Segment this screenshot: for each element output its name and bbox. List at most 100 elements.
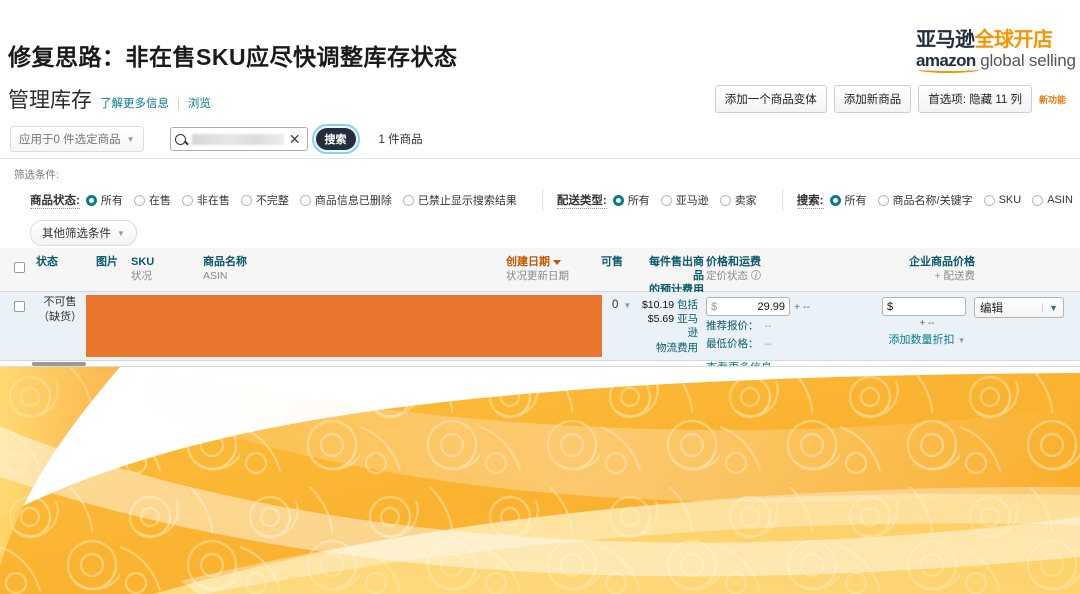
row-select-checkbox[interactable]	[14, 301, 25, 312]
more-filters-dropdown[interactable]: 其他筛选条件 ▼	[30, 220, 137, 246]
row-status-line1: 不可售	[43, 296, 77, 308]
logo-chinese-dark: 亚马逊	[916, 29, 975, 51]
radio-label: SKU	[998, 194, 1022, 206]
add-quantity-discount-link[interactable]: 添加数量折扣 ▼	[882, 331, 972, 347]
filters-label: 筛选条件:	[14, 169, 59, 181]
recommended-price-label: 推荐报价：	[706, 320, 759, 332]
radio-icon	[240, 194, 252, 206]
row-fee-note1: 亚马逊	[677, 313, 698, 340]
filter-group-fulfillment-label: 配送类型:	[556, 192, 607, 209]
select-all-checkbox[interactable]	[14, 262, 25, 273]
logo-global-selling-text: global selling	[975, 51, 1076, 70]
radio-label: 亚马逊	[675, 195, 709, 207]
chevron-down-icon: ▼	[957, 336, 966, 345]
radio-icon	[877, 194, 889, 206]
column-header-name-main: 商品名称	[203, 256, 247, 268]
row-fee-amount2: $5.69	[647, 313, 675, 326]
radio-label: 卖家	[734, 195, 757, 207]
column-header-image[interactable]: 图片	[96, 256, 118, 270]
chevron-down-icon: ▼	[117, 228, 125, 238]
column-header-product-name[interactable]: 商品名称 ASIN	[203, 256, 247, 283]
column-header-sku-main: SKU	[131, 256, 155, 268]
radio-icon	[829, 194, 841, 206]
row-edit-dropdown[interactable]: 编辑 ▼	[974, 297, 1064, 318]
radio-label: 已禁止显示搜索结果	[417, 195, 517, 207]
chevron-down-icon: ▼	[126, 134, 135, 144]
column-header-created-date[interactable]: 创建日期 状况更新日期	[506, 256, 569, 283]
title-row: 管理库存 了解更多信息 | 浏览	[8, 84, 211, 114]
column-header-price-shipping[interactable]: 价格和运费 定价状态 i	[706, 256, 761, 283]
radio-status-active[interactable]: 在售	[133, 192, 171, 208]
page-title: 管理库存	[8, 89, 92, 112]
recommended-price-line: 推荐报价： --	[706, 319, 856, 334]
lowest-price-value: --	[764, 338, 772, 351]
amazon-smile-icon	[917, 66, 981, 73]
radio-status-inactive[interactable]: 非在售	[181, 192, 230, 208]
column-header-sku-sub: 状况	[131, 269, 152, 282]
search-input[interactable]	[191, 133, 284, 145]
radio-searchby-all[interactable]: 所有	[829, 192, 867, 208]
radio-status-all[interactable]: 所有	[85, 192, 123, 208]
radio-searchby-asin[interactable]: ASIN	[1032, 194, 1073, 206]
search-row: 应用于0 件选定商品 ▼ ✕ 搜索 1 件商品	[0, 122, 1080, 156]
more-filters-label: 其他筛选条件	[42, 228, 111, 240]
decorative-banner	[0, 366, 1080, 594]
apply-to-selected-dropdown[interactable]: 应用于0 件选定商品 ▼	[10, 126, 144, 152]
info-icon[interactable]: i	[750, 269, 761, 280]
price-input[interactable]: $ 29.99	[706, 297, 790, 316]
radio-status-suppressed[interactable]: 已禁止显示搜索结果	[402, 192, 517, 208]
logo-chinese: 亚马逊全球开店	[916, 30, 1066, 50]
radio-label: 所有	[844, 195, 867, 207]
table-header: 状态 图片 SKU 状况 商品名称 ASIN 创建日期 状况更新日期 可售 每件…	[0, 248, 1080, 527]
filter-separator	[781, 189, 783, 211]
inventory-management-page: 修复思路：非在售SKU应尽快调整库存状态 亚马逊全球开店 amazon glob…	[0, 0, 1080, 594]
radio-fulfillment-all[interactable]: 所有	[612, 192, 650, 208]
radio-label: ASIN	[1047, 194, 1073, 206]
radio-icon	[299, 194, 311, 206]
new-feature-badge: 新功能	[1038, 94, 1066, 105]
radio-icon	[983, 194, 995, 206]
column-header-biz-main: 企业商品价格	[909, 256, 975, 268]
column-header-sku[interactable]: SKU 状况	[131, 256, 154, 283]
radio-icon	[719, 194, 731, 206]
redacted-product-info	[86, 295, 602, 357]
row-quantity-value: 0	[612, 299, 619, 311]
column-header-available[interactable]: 可售	[601, 256, 623, 270]
radio-fulfillment-amazon[interactable]: 亚马逊	[660, 192, 709, 208]
apply-to-selected-label: 应用于0 件选定商品	[19, 134, 121, 146]
column-header-date-main: 创建日期	[506, 256, 550, 268]
radio-icon	[85, 194, 97, 206]
column-header-business-price[interactable]: 企业商品价格 + 配送费	[909, 256, 975, 283]
search-button[interactable]: 搜索	[311, 124, 360, 154]
radio-label: 商品信息已删除	[314, 195, 392, 207]
row-status-line2: （缺货）	[38, 310, 82, 323]
business-price-plus-shipping: + --	[919, 318, 935, 329]
add-product-button[interactable]: 添加新商品	[833, 85, 912, 113]
business-price-currency-symbol: $	[887, 300, 894, 313]
logo-chinese-orange: 全球开店	[974, 29, 1054, 51]
browse-link[interactable]: 浏览	[188, 95, 211, 111]
lowest-price-line: 最低价格： --	[706, 337, 856, 352]
learn-more-link[interactable]: 了解更多信息	[100, 95, 169, 111]
radio-fulfillment-merchant[interactable]: 卖家	[719, 192, 757, 208]
business-price-input[interactable]: $	[882, 297, 966, 316]
add-variation-button[interactable]: 添加一个商品变体	[714, 85, 827, 113]
preferences-button[interactable]: 首选项: 隐藏 11 列	[918, 85, 1032, 113]
price-plus-shipping: + --	[794, 300, 811, 313]
title-divider: |	[177, 98, 180, 110]
radio-searchby-title[interactable]: 商品名称/关键字	[877, 192, 973, 208]
sort-descending-icon	[553, 259, 561, 265]
filter-group-search-by: 搜索: 所有 商品名称/关键字 SKU ASIN UPC, EAN FNSKU	[796, 192, 1080, 209]
chevron-down-icon: ▼	[1042, 302, 1058, 313]
banner-artwork	[0, 367, 1080, 594]
row-estimated-fee: $10.19 包括 $5.69 亚马逊 物流费用	[640, 298, 698, 355]
radio-searchby-sku[interactable]: SKU	[983, 194, 1022, 206]
radio-status-deleted[interactable]: 商品信息已删除	[299, 192, 392, 208]
search-field-wrapper[interactable]: ✕	[169, 127, 308, 151]
radio-status-incomplete[interactable]: 不完整	[240, 192, 289, 208]
clear-search-icon[interactable]: ✕	[287, 132, 303, 146]
column-header-price-main: 价格和运费	[706, 256, 761, 268]
row-available-quantity[interactable]: 0 ▼	[612, 299, 631, 311]
column-header-status[interactable]: 状态	[36, 256, 58, 270]
radio-label: 不完整	[255, 195, 289, 207]
